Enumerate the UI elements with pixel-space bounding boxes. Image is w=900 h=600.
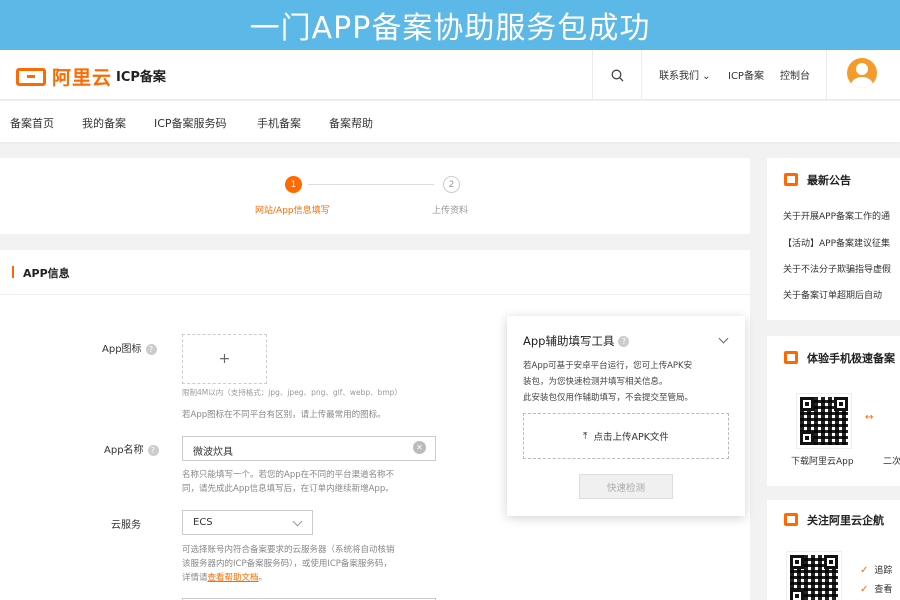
cloud-hint-line-1: 可选择账号内符合备案要求的云服务器（系统将自动核销 (182, 545, 395, 555)
contact-menu[interactable]: 联系我们 ⌄ (659, 67, 711, 82)
follow-benefit: ✓ 追踪 (860, 563, 892, 576)
step-2-label: 上传资料 (432, 206, 469, 216)
sub-nav: 备案首页 我的备案 ICP备案服务码 手机备案 备案帮助 (0, 101, 900, 142)
section-divider (0, 294, 750, 295)
search-icon (611, 69, 623, 81)
quick-check-button[interactable]: 快速检测 (579, 474, 673, 499)
help-icon[interactable]: ? (618, 336, 630, 347)
assist-description: 若App可基于安卓平台运行，您可上传APK安 装包，为您快速检测并填写相关信息。… (523, 358, 735, 406)
cloud-service-label: 云服务 (111, 520, 141, 531)
qr-finder (800, 397, 814, 411)
aliyun-logo[interactable]: 阿里云 (16, 63, 112, 90)
icon-format-hint: 限制4M以内（支持格式：jpg、jpeg、png、gif、webp、bmp） (182, 388, 402, 397)
section-accent-bar (12, 266, 14, 278)
apk-assist-panel: App辅助填写工具? 若App可基于安卓平台运行，您可上传APK安 装包，为您快… (507, 316, 745, 516)
console-link[interactable]: 控制台 (780, 67, 810, 82)
cloud-hint-prefix: 详情请 (182, 573, 208, 583)
cloud-hint-suffix: 。 (258, 573, 268, 583)
plus-icon: + (218, 351, 231, 367)
sync-icon: ↔ (865, 412, 874, 423)
upload-icon: ⤒ (583, 430, 588, 442)
step-1-circle: 1 (285, 176, 302, 193)
apk-upload-label: 点击上传APK文件 (593, 432, 669, 443)
banner-title: 一门APP备案协助服务包成功 (249, 11, 651, 46)
icp-link[interactable]: ICP备案 (728, 67, 764, 82)
step-2-circle: 2 (443, 176, 460, 193)
header-divider (826, 50, 827, 100)
qr-finder (834, 397, 848, 411)
step-connector (308, 184, 434, 185)
qr-code-image (796, 393, 852, 449)
follow-benefit: ✓ 查看 (860, 582, 892, 595)
cloud-hint: 可选择账号内符合备案要求的云服务器（系统将自动核销 该服务器内的ICP备案服务码… (182, 543, 395, 585)
follow-title: 关注阿里云企航 (807, 514, 884, 527)
notice-title: 最新公告 (807, 174, 851, 187)
app-icon-upload[interactable]: + (182, 334, 267, 384)
assist-title-text: App辅助填写工具 (523, 334, 615, 348)
qr-code-image (786, 551, 842, 600)
check-icon: ✓ (860, 584, 869, 595)
notice-icon (784, 173, 798, 186)
app-name-label: App名称? (104, 441, 159, 456)
name-hint-line-1: 名称只能填写一个。若您的App在不同的平台渠道名称不 (182, 470, 395, 480)
chevron-down-icon: ⌄ (699, 71, 711, 82)
apk-upload-area[interactable]: ⤒ 点击上传APK文件 (523, 413, 729, 459)
app-icon-label: App图标? (102, 340, 157, 355)
name-hint: 名称只能填写一个。若您的App在不同的平台渠道名称不 同，请先成此App信息填写… (182, 468, 394, 496)
check-icon: ✓ (860, 565, 869, 576)
qr-finder (800, 431, 814, 445)
follow-icon (784, 513, 798, 526)
clear-icon[interactable]: ✕ (413, 441, 426, 454)
logo-text: 阿里云 (52, 67, 113, 89)
top-header: 阿里云 ICP备案 联系我们 ⌄ ICP备案 控制台 (0, 50, 900, 100)
title-banner: 一门APP备案协助服务包成功 (0, 0, 900, 50)
icon-hint: 若App图标在不同平台有区别，请上传最常用的图标。 (182, 410, 386, 420)
cloud-hint-line-2: 该服务器内的ICP备案服务码），或使用ICP备案服务码， (182, 559, 392, 569)
aliyun-logo-icon (16, 67, 46, 86)
help-doc-link[interactable]: 查看帮助文档 (208, 573, 259, 583)
assist-desc-line-2: 装包，为您快速检测并填写相关信息。 (523, 377, 668, 387)
nav-item-my-filing[interactable]: 我的备案 (82, 115, 126, 131)
cloud-hint-line-3: 详情请查看帮助文档。 (182, 571, 395, 585)
qr-finder (790, 589, 804, 600)
notice-card: 最新公告 关于开展APP备案工作的通 【活动】APP备案建议征集 关于不法分子欺… (767, 158, 900, 320)
qr-caption: 下载阿里云App (791, 457, 854, 467)
product-name: ICP备案 (116, 70, 166, 85)
notice-item[interactable]: 关于备案订单超期后自动 (783, 288, 882, 301)
app-icon-label-text: App图标 (102, 344, 142, 355)
steps-panel: 1 2 网站/App信息填写 上传资料 (0, 158, 750, 234)
help-icon[interactable]: ? (145, 343, 157, 355)
app-name-input[interactable]: 微波炊具 (182, 436, 436, 461)
assist-desc-line-1: 若App可基于安卓平台运行，您可上传APK安 (523, 361, 693, 371)
notice-item[interactable]: 关于不法分子欺骗指导虚假 (783, 262, 891, 275)
assist-desc-line-3: 此安装包仅用作辅助填写，不会提交至管局。 (523, 393, 694, 403)
name-hint-line-2: 同，请先成此App信息填写后，在订单内继续新增App。 (182, 484, 394, 494)
qr-caption-2: 二次 (883, 457, 900, 467)
nav-item-mobile[interactable]: 手机备案 (257, 115, 301, 131)
notice-item[interactable]: 【活动】APP备案建议征集 (783, 236, 890, 249)
nav-item-service-code[interactable]: ICP备案服务码 (154, 115, 227, 131)
collapse-chevron-icon[interactable] (718, 333, 729, 344)
step-1-label: 网站/App信息填写 (255, 206, 330, 216)
app-card-title: 体验手机极速备案 (807, 352, 895, 365)
contact-label: 联系我们 (659, 71, 699, 82)
phone-icon (784, 351, 798, 364)
follow-benefit-text: 查看 (874, 585, 893, 595)
help-icon[interactable]: ? (147, 444, 159, 456)
notice-item[interactable]: 关于开展APP备案工作的通 (783, 209, 890, 222)
app-name-label-text: App名称 (104, 445, 144, 456)
nav-item-home[interactable]: 备案首页 (10, 115, 54, 131)
qr-finder (790, 555, 804, 569)
qr-finder (824, 555, 838, 569)
follow-benefit-text: 追踪 (874, 566, 893, 576)
avatar[interactable] (847, 58, 877, 88)
app-download-card: 体验手机极速备案 下载阿里云App 二次 (767, 336, 900, 486)
search-button[interactable] (592, 50, 642, 100)
nav-item-help[interactable]: 备案帮助 (329, 115, 373, 131)
assist-title: App辅助填写工具? (523, 333, 630, 349)
section-title: APP信息 (23, 267, 70, 280)
